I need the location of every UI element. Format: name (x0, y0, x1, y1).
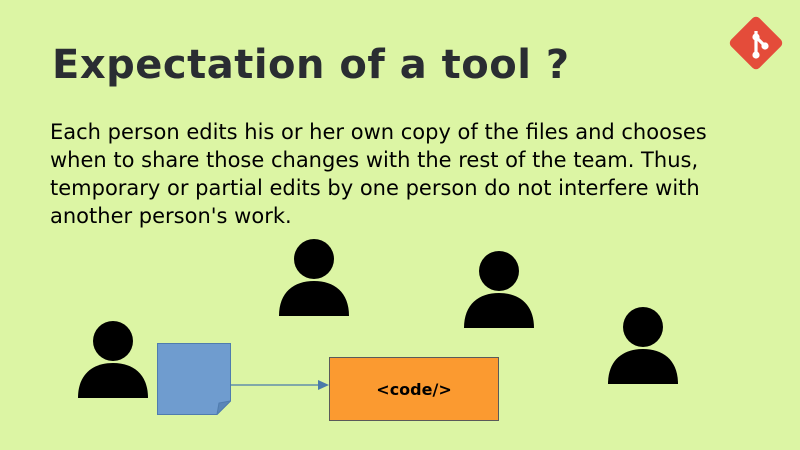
git-logo-icon (729, 16, 783, 70)
person-icon (608, 307, 678, 384)
code-box: <code/> (329, 357, 499, 421)
slide-body-text: Each person edits his or her own copy of… (50, 120, 707, 228)
person-icon (279, 239, 349, 316)
slide-title: Expectation of a tool ? (52, 42, 570, 88)
person-icon (464, 251, 534, 328)
document-icon (157, 343, 231, 415)
code-label: <code/> (376, 379, 452, 399)
person-icon (78, 321, 148, 398)
arrow-right-icon (230, 380, 329, 390)
slide: Expectation of a tool ? Each person edit… (0, 0, 800, 450)
